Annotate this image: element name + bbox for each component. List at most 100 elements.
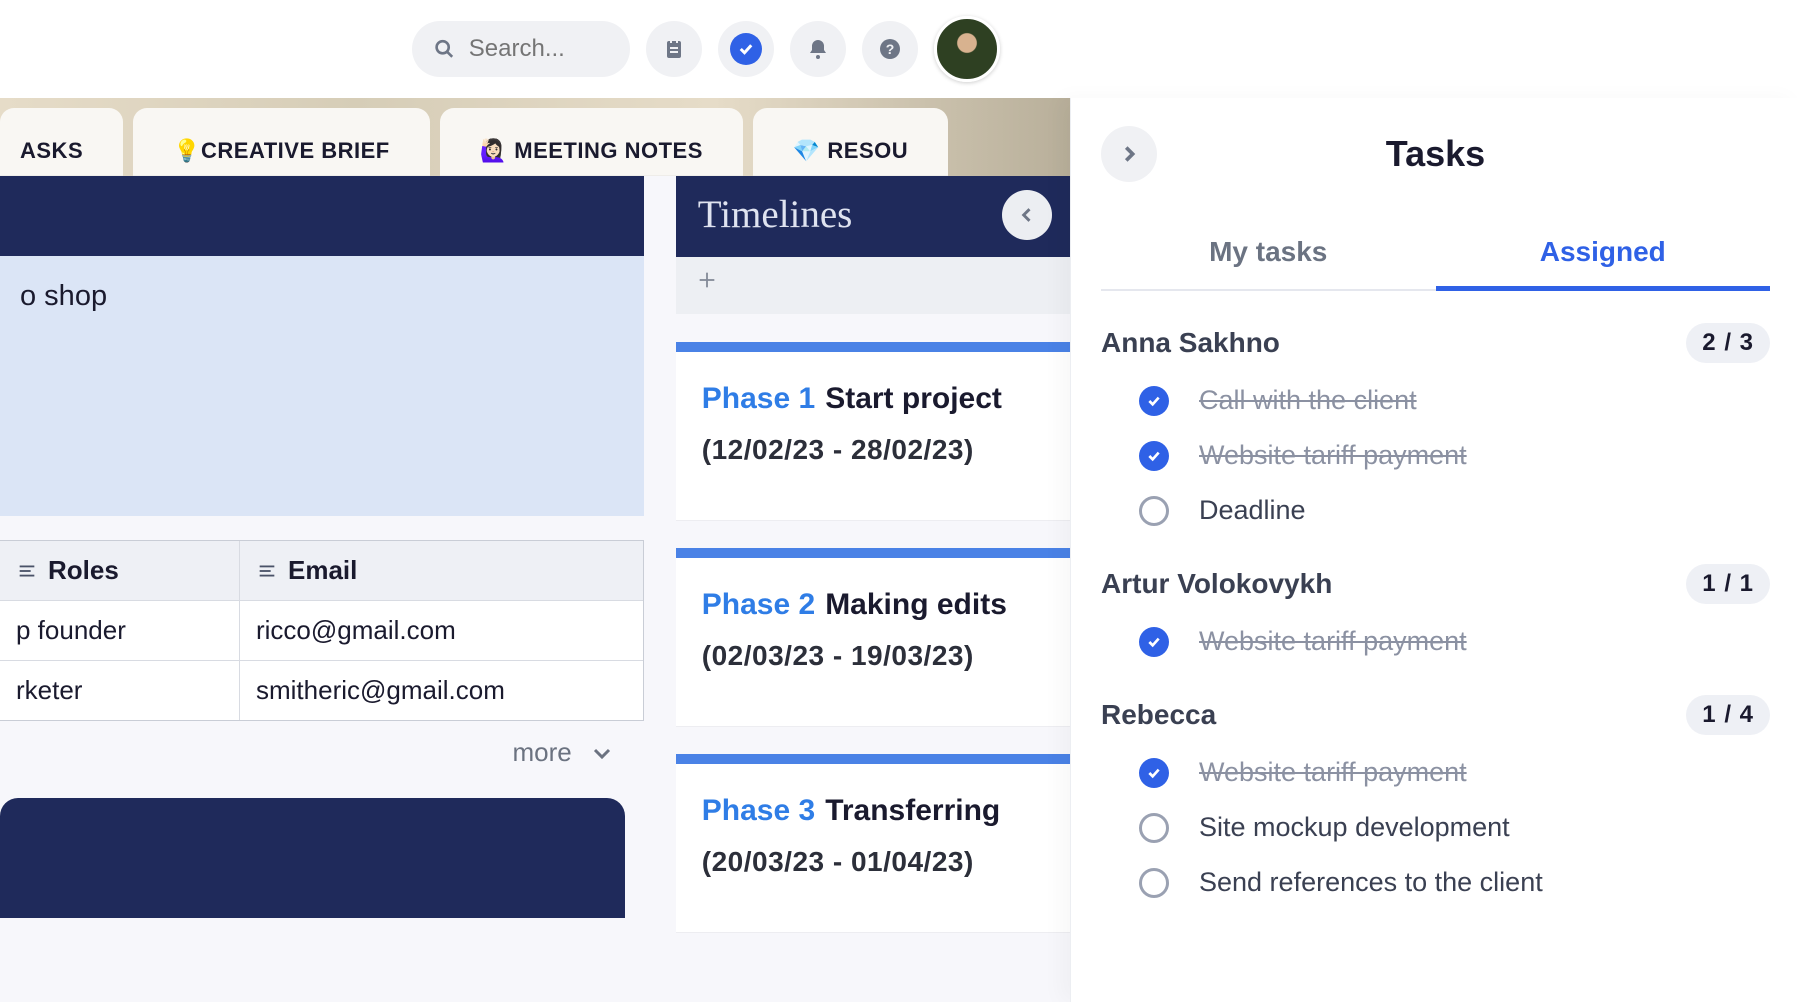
task-label: Send references to the client <box>1199 867 1543 898</box>
scroll-left-button[interactable] <box>1002 190 1052 240</box>
task-checkbox[interactable] <box>1139 627 1169 657</box>
check-icon <box>1146 765 1162 781</box>
check-circle-icon <box>730 33 762 65</box>
collapse-panel-button[interactable] <box>1101 126 1157 182</box>
phase-card[interactable]: Phase 2 Making edits (02/03/23 - 19/03/23… <box>676 548 1070 726</box>
app-header: ? <box>0 0 1070 98</box>
task-checkbox[interactable] <box>1139 868 1169 898</box>
chevron-down-icon <box>590 741 614 765</box>
text-lines-icon <box>16 560 38 582</box>
timelines-title: Timelines <box>698 192 1048 237</box>
cell-role: p founder <box>0 601 240 661</box>
panel-title: Tasks <box>1157 133 1770 175</box>
bell-icon <box>806 37 830 61</box>
phase-label: Phase 2 <box>702 588 815 621</box>
phase-title: Start project <box>825 382 1002 415</box>
cell-role: rketer <box>0 661 240 720</box>
help-button[interactable]: ? <box>862 21 918 77</box>
more-label: more <box>513 737 572 768</box>
contacts-table: Roles Email p founder ricco@gmail.com <box>0 540 644 721</box>
search-icon <box>434 36 455 62</box>
chevron-left-icon <box>1017 205 1037 225</box>
task-label: Website tariff payment <box>1199 626 1467 657</box>
cell-email: ricco@gmail.com <box>240 601 643 661</box>
help-icon: ? <box>878 37 902 61</box>
notes-button[interactable] <box>646 21 702 77</box>
task-label: Website tariff payment <box>1199 757 1467 788</box>
task-checkbox[interactable] <box>1139 441 1169 471</box>
assignee-group: Artur Volokovykh 1 / 1 Website tariff paym… <box>1101 564 1770 657</box>
table-row[interactable]: rketer smitheric@gmail.com <box>0 661 643 720</box>
column-header-label: Email <box>288 555 357 586</box>
tab-assigned[interactable]: Assigned <box>1436 218 1771 291</box>
column-header-label: Roles <box>48 555 119 586</box>
tab-label: 💡CREATIVE BRIEF <box>173 138 390 164</box>
tab-label: 🙋🏻‍♀️ MEETING NOTES <box>480 138 703 164</box>
task-item[interactable]: Website tariff payment <box>1101 626 1770 657</box>
column-header-roles[interactable]: Roles <box>0 541 240 601</box>
text-lines-icon <box>256 560 278 582</box>
assignee-name: Anna Sakhno <box>1101 327 1280 359</box>
board-area: o shop Roles Email <box>0 176 1070 1002</box>
task-label: Deadline <box>1199 495 1306 526</box>
phase-card[interactable]: Phase 1 Start project (12/02/23 - 28/02/2… <box>676 342 1070 520</box>
assignee-name: Artur Volokovykh <box>1101 568 1332 600</box>
tab-asks[interactable]: ASKS <box>0 108 123 176</box>
assignee-name: Rebecca <box>1101 699 1216 731</box>
card-header-bar <box>0 798 625 918</box>
search-input[interactable] <box>469 35 608 63</box>
phase-range: (02/03/23 - 19/03/23) <box>702 640 1044 672</box>
card-header-bar <box>0 176 644 256</box>
panel-tabs: My tasks Assigned <box>1101 218 1770 291</box>
phase-title: Making edits <box>825 588 1007 621</box>
phase-title: Transferring <box>825 794 1000 827</box>
task-item[interactable]: Website tariff payment <box>1101 440 1770 471</box>
task-checkbox[interactable] <box>1139 496 1169 526</box>
task-count-pill: 1 / 1 <box>1686 564 1770 604</box>
left-column: o shop Roles Email <box>0 176 644 1002</box>
task-item[interactable]: Site mockup development <box>1101 812 1770 843</box>
tab-resources[interactable]: 💎 RESOU <box>753 108 948 176</box>
task-item[interactable]: Call with the client <box>1101 385 1770 416</box>
tab-label: 💎 RESOU <box>793 138 908 164</box>
chevron-right-icon <box>1118 143 1140 165</box>
task-item[interactable]: Deadline <box>1101 495 1770 526</box>
assignee-group: Rebecca 1 / 4 Website tariff payment Site m… <box>1101 695 1770 898</box>
task-label: Call with the client <box>1199 385 1417 416</box>
check-icon <box>1146 393 1162 409</box>
tabs-strip: ASKS 💡CREATIVE BRIEF 🙋🏻‍♀️ MEETING NOTES… <box>0 98 1070 176</box>
phase-card[interactable]: Phase 3 Transferring (20/03/23 - 01/04/23… <box>676 754 1070 932</box>
task-checkbox[interactable] <box>1139 813 1169 843</box>
phase-label: Phase 1 <box>702 382 815 415</box>
tab-label: ASKS <box>20 138 83 164</box>
assignees-list: Anna Sakhno 2 / 3 Call with the client Webs… <box>1071 291 1800 936</box>
tab-creative-brief[interactable]: 💡CREATIVE BRIEF <box>133 108 430 176</box>
tasks-button[interactable] <box>718 21 774 77</box>
task-checkbox[interactable] <box>1139 758 1169 788</box>
add-phase-row[interactable] <box>676 257 1070 314</box>
cell-email: smitheric@gmail.com <box>240 661 643 720</box>
timelines-column: Timelines Phase 1 Start project (12/02/23… <box>676 176 1070 1002</box>
assignee-group: Anna Sakhno 2 / 3 Call with the client Webs… <box>1101 323 1770 526</box>
column-header-email[interactable]: Email <box>240 541 643 601</box>
task-label: Site mockup development <box>1199 812 1510 843</box>
task-count-pill: 1 / 4 <box>1686 695 1770 735</box>
task-count-pill: 2 / 3 <box>1686 323 1770 363</box>
phase-range: (20/03/23 - 01/04/23) <box>702 846 1044 878</box>
more-toggle[interactable]: more <box>0 721 644 784</box>
card-body: o shop <box>0 256 644 516</box>
tab-meeting-notes[interactable]: 🙋🏻‍♀️ MEETING NOTES <box>440 108 743 176</box>
search-box[interactable] <box>412 21 630 77</box>
avatar[interactable] <box>934 16 1000 82</box>
card-text: o shop <box>20 280 624 313</box>
task-checkbox[interactable] <box>1139 386 1169 416</box>
phase-label: Phase 3 <box>702 794 815 827</box>
phase-range: (12/02/23 - 28/02/23) <box>702 434 1044 466</box>
task-item[interactable]: Website tariff payment <box>1101 757 1770 788</box>
notifications-button[interactable] <box>790 21 846 77</box>
plus-icon <box>696 269 718 291</box>
task-item[interactable]: Send references to the client <box>1101 867 1770 898</box>
table-row[interactable]: p founder ricco@gmail.com <box>0 601 643 661</box>
tab-my-tasks[interactable]: My tasks <box>1101 218 1436 289</box>
notepad-icon <box>662 37 686 61</box>
